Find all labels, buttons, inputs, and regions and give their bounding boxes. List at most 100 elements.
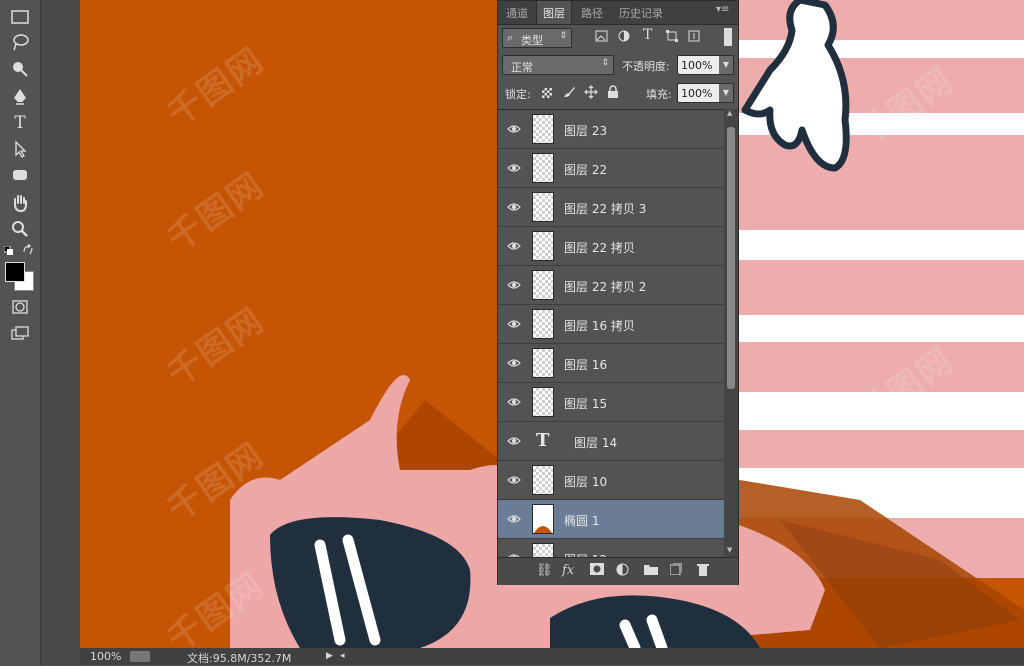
scrollbar-thumb[interactable]: [727, 127, 735, 389]
layer-row[interactable]: T 图层 14: [498, 422, 724, 461]
quick-mask-button[interactable]: [8, 296, 32, 318]
zoom-tool[interactable]: [8, 218, 32, 240]
visibility-eye-icon[interactable]: [507, 356, 521, 370]
lock-image-brush-icon[interactable]: [562, 85, 576, 102]
layer-list[interactable]: 图层 23 图层 22 图层 22 拷贝 3 图层 22 拷贝图层 22 拷贝 2 图层…: [498, 109, 724, 558]
shape-filter-icon[interactable]: [666, 30, 678, 45]
layer-name: 图层 16 拷贝: [564, 319, 635, 333]
smart-object-filter-icon[interactable]: [688, 30, 700, 45]
play-arrow-icon[interactable]: ▶: [326, 651, 333, 661]
layer-name: 图层 22 拷贝 2: [564, 280, 647, 294]
layer-row[interactable]: 图层 22 拷贝 3: [498, 188, 724, 227]
layer-name: 图层 10: [564, 475, 608, 489]
layer-row[interactable]: 图层 10: [498, 461, 724, 500]
visibility-eye-icon[interactable]: [507, 161, 521, 175]
visibility-eye-icon[interactable]: [507, 512, 521, 526]
layer-thumbnail: [532, 153, 554, 183]
visibility-eye-icon[interactable]: [507, 239, 521, 253]
lock-transparent-icon[interactable]: [542, 88, 552, 98]
screen-mode-button[interactable]: [8, 322, 32, 344]
tab-layers[interactable]: 图层: [536, 1, 572, 24]
type-filter-icon[interactable]: T: [643, 27, 652, 43]
panel-gutter: [41, 0, 80, 665]
filter-kind-select[interactable]: ⌕ 类型 ⇕: [502, 28, 572, 48]
screen-mode-icon: [11, 326, 29, 340]
marquee-tool[interactable]: [8, 6, 32, 28]
visibility-eye-icon[interactable]: [507, 122, 521, 136]
panel-menu-icon[interactable]: ▾≡: [716, 4, 729, 15]
scroll-down-icon[interactable]: ▼: [727, 546, 732, 554]
blend-mode-select[interactable]: 正常 ⇕: [502, 55, 614, 75]
scroll-left-icon[interactable]: ◂: [340, 651, 345, 661]
zoom-level[interactable]: 100%: [90, 650, 121, 663]
layer-thumbnail: [532, 309, 554, 339]
chevron-down-icon[interactable]: ▼: [719, 84, 733, 102]
default-colors-icon[interactable]: [3, 245, 14, 255]
path-selection-tool[interactable]: [8, 138, 32, 160]
new-layer-icon[interactable]: [669, 562, 683, 579]
layer-thumbnail: [532, 543, 554, 558]
filter-kind-label: 类型: [521, 34, 543, 47]
lasso-icon: [13, 34, 29, 51]
quick-selection-tool[interactable]: [8, 58, 32, 80]
tab-history[interactable]: 历史记录: [619, 5, 663, 21]
quick-selection-icon: [13, 62, 28, 77]
quick-mask-icon: [12, 300, 28, 314]
type-tool[interactable]: T: [8, 112, 32, 134]
tab-paths[interactable]: 路径: [581, 5, 603, 21]
adjustment-filter-icon[interactable]: [618, 30, 630, 45]
document-info: 文档:95.8M/352.7M: [187, 652, 292, 665]
blend-mode-value: 正常: [511, 61, 533, 74]
visibility-eye-icon[interactable]: [507, 278, 521, 292]
lock-position-move-icon[interactable]: [584, 85, 598, 102]
panel-tabs: 通道 图层 路径 历史记录 ▾≡: [498, 1, 738, 25]
layer-name: 图层 15: [564, 397, 608, 411]
shape-tool[interactable]: [8, 164, 32, 186]
layer-row[interactable]: 图层 23: [498, 110, 724, 149]
visibility-eye-icon[interactable]: [507, 317, 521, 331]
filter-toggle[interactable]: [724, 28, 732, 46]
layer-row[interactable]: 图层 16: [498, 344, 724, 383]
opacity-input[interactable]: 100% ▼: [677, 55, 734, 75]
layer-row[interactable]: 图层 22 拷贝 2: [498, 266, 724, 305]
layer-name: 图层 16: [564, 358, 608, 372]
lasso-tool[interactable]: [8, 31, 32, 53]
fill-input[interactable]: 100% ▼: [677, 83, 734, 103]
chevron-down-icon[interactable]: ▼: [719, 56, 733, 74]
pen-tool[interactable]: [8, 86, 32, 108]
pen-icon: [14, 89, 26, 105]
layer-row[interactable]: 图层 16 拷贝: [498, 305, 724, 344]
type-icon: T: [14, 113, 26, 133]
trash-icon[interactable]: [697, 563, 709, 580]
status-bar: 100% 文档:95.8M/352.7M ▶ ◂: [80, 648, 1024, 665]
tab-channels[interactable]: 通道: [506, 5, 528, 21]
hand-tool[interactable]: [8, 192, 32, 214]
search-icon: ⌕: [507, 31, 514, 44]
new-group-folder-icon[interactable]: [644, 563, 658, 579]
layers-scrollbar[interactable]: ▲ ▼: [724, 109, 738, 557]
layer-row[interactable]: 图层 12: [498, 539, 724, 558]
foreground-color-swatch[interactable]: [5, 262, 25, 282]
updown-arrow-icon: ⇕: [559, 31, 567, 41]
visibility-eye-icon[interactable]: [507, 434, 521, 448]
pixel-filter-icon[interactable]: [595, 30, 608, 45]
adjustment-layer-icon[interactable]: [616, 563, 629, 580]
lock-all-icon[interactable]: [607, 85, 619, 102]
layer-row[interactable]: 图层 22: [498, 149, 724, 188]
visibility-eye-icon[interactable]: [507, 200, 521, 214]
link-layers-icon[interactable]: ⛓: [536, 563, 553, 578]
preview-icon[interactable]: [130, 651, 150, 662]
scroll-up-icon[interactable]: ▲: [727, 109, 732, 117]
layer-thumbnail: [532, 270, 554, 300]
opacity-value: 100%: [681, 59, 713, 72]
visibility-eye-icon[interactable]: [507, 473, 521, 487]
layer-mask-icon[interactable]: [590, 563, 604, 579]
swap-colors-icon[interactable]: [22, 243, 34, 256]
layer-row[interactable]: 图层 15: [498, 383, 724, 422]
visibility-eye-icon[interactable]: [507, 395, 521, 409]
fx-icon[interactable]: fx: [562, 563, 574, 578]
layer-row[interactable]: 图层 22 拷贝: [498, 227, 724, 266]
marquee-icon: [11, 10, 29, 24]
layer-row[interactable]: 椭圆 1: [498, 500, 724, 539]
tools-panel: T: [0, 0, 41, 665]
